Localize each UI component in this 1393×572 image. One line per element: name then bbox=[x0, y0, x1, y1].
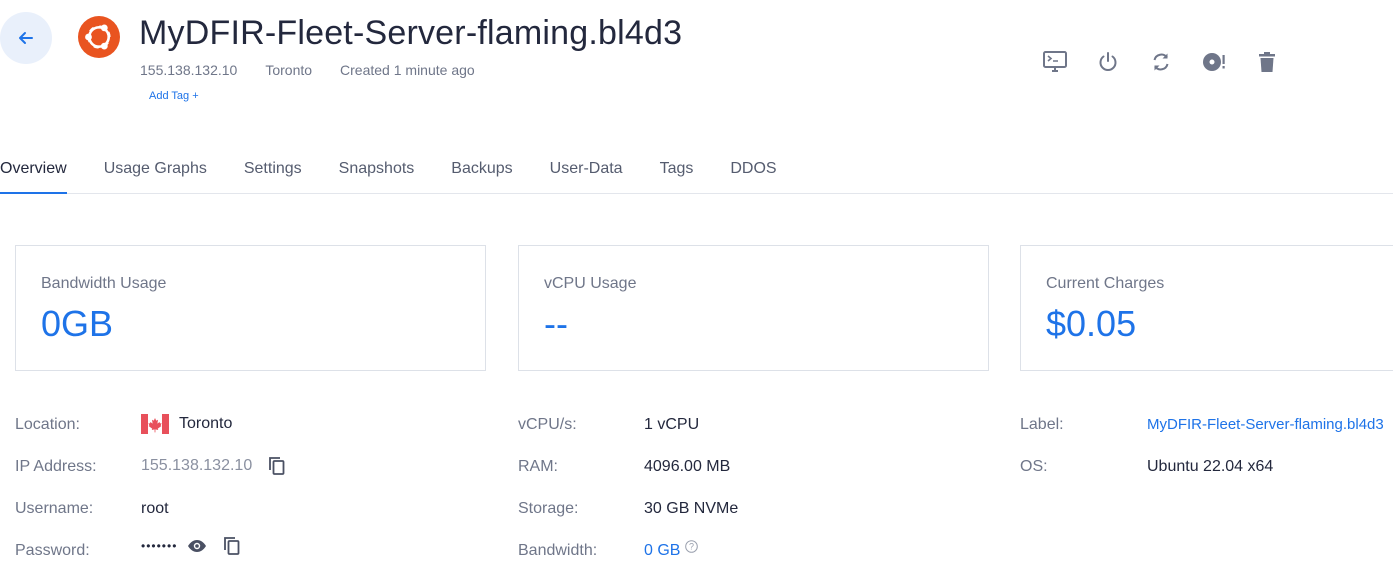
bandwidth-value: 0 GB ? bbox=[644, 540, 699, 560]
copy-ip-button[interactable] bbox=[268, 456, 286, 476]
reinstall-disc-icon bbox=[1203, 53, 1225, 71]
username-label: Username: bbox=[15, 500, 94, 517]
eye-icon bbox=[188, 540, 207, 552]
server-label-value[interactable]: MyDFIR-Fleet-Server-flaming.bl4d3 bbox=[1147, 416, 1384, 433]
storage-label: Storage: bbox=[518, 500, 579, 517]
power-button[interactable] bbox=[1093, 48, 1123, 76]
ram-label: RAM: bbox=[518, 458, 558, 475]
ip-address-text: 155.138.132.10 bbox=[141, 457, 253, 474]
vcpu-usage-card: vCPU Usage -- bbox=[518, 245, 989, 371]
card-title: Bandwidth Usage bbox=[41, 275, 167, 292]
copy-icon bbox=[224, 537, 240, 555]
delete-button[interactable] bbox=[1252, 48, 1282, 76]
tab-overview[interactable]: Overview bbox=[0, 148, 67, 194]
password-masked: ••••••• bbox=[141, 539, 178, 553]
password-value: ••••••• bbox=[141, 536, 241, 556]
tab-backups[interactable]: Backups bbox=[451, 148, 512, 194]
restart-icon bbox=[1153, 53, 1169, 71]
server-meta: 155.138.132.10 Toronto Created 1 minute … bbox=[140, 62, 475, 78]
copy-icon bbox=[269, 457, 285, 475]
username-value: root bbox=[141, 500, 169, 517]
location-value: Toronto bbox=[141, 414, 232, 434]
ip-address-label: IP Address: bbox=[15, 458, 97, 475]
console-icon bbox=[1043, 51, 1067, 72]
copy-password-button[interactable] bbox=[223, 536, 241, 556]
os-value: Ubuntu 22.04 x64 bbox=[1147, 458, 1274, 475]
vcpus-label: vCPU/s: bbox=[518, 416, 577, 433]
add-tag-link[interactable]: Add Tag + bbox=[149, 90, 199, 102]
ip-address-value: 155.138.132.10 bbox=[141, 456, 286, 476]
arrow-left-icon bbox=[19, 32, 33, 44]
storage-value: 30 GB NVMe bbox=[644, 500, 739, 517]
tab-ddos[interactable]: DDOS bbox=[730, 148, 776, 194]
card-value: -- bbox=[544, 303, 568, 344]
card-title: Current Charges bbox=[1046, 275, 1165, 292]
trash-icon bbox=[1259, 52, 1275, 72]
bandwidth-label: Bandwidth: bbox=[518, 542, 598, 559]
header-ip: 155.138.132.10 bbox=[140, 62, 238, 78]
tab-bar: Overview Usage Graphs Settings Snapshots Bac… bbox=[0, 148, 1393, 194]
tab-snapshots[interactable]: Snapshots bbox=[339, 148, 415, 194]
card-value: 0GB bbox=[41, 303, 114, 344]
ubuntu-logo-icon bbox=[78, 16, 120, 58]
card-value: $0.05 bbox=[1046, 303, 1137, 344]
reinstall-button[interactable] bbox=[1199, 48, 1229, 76]
bandwidth-usage-card: Bandwidth Usage 0GB bbox=[15, 245, 486, 371]
server-label-label: Label: bbox=[1020, 416, 1064, 433]
location-text: Toronto bbox=[179, 415, 233, 432]
card-title: vCPU Usage bbox=[544, 275, 637, 292]
vcpus-value: 1 vCPU bbox=[644, 416, 700, 433]
console-button[interactable] bbox=[1040, 48, 1070, 76]
tab-tags[interactable]: Tags bbox=[660, 148, 694, 194]
header-created: Created 1 minute ago bbox=[340, 62, 475, 78]
canada-flag-icon bbox=[141, 414, 169, 434]
tab-user-data[interactable]: User-Data bbox=[550, 148, 623, 194]
ram-value: 4096.00 MB bbox=[644, 458, 731, 475]
header-location: Toronto bbox=[265, 62, 313, 78]
tab-settings[interactable]: Settings bbox=[244, 148, 302, 194]
show-password-button[interactable] bbox=[187, 539, 207, 553]
power-icon bbox=[1099, 52, 1117, 71]
restart-button[interactable] bbox=[1146, 48, 1176, 76]
server-actions bbox=[1040, 48, 1305, 76]
svg-text:?: ? bbox=[689, 542, 694, 552]
password-label: Password: bbox=[15, 542, 90, 559]
page-title: MyDFIR-Fleet-Server-flaming.bl4d3 bbox=[139, 14, 683, 52]
tab-usage-graphs[interactable]: Usage Graphs bbox=[104, 148, 207, 194]
bandwidth-link[interactable]: 0 GB bbox=[644, 542, 680, 560]
location-label: Location: bbox=[15, 416, 80, 433]
current-charges-card: Current Charges $0.05 bbox=[1020, 245, 1393, 371]
back-button[interactable] bbox=[0, 12, 52, 64]
help-icon[interactable]: ? bbox=[685, 540, 699, 553]
os-label: OS: bbox=[1020, 458, 1048, 475]
